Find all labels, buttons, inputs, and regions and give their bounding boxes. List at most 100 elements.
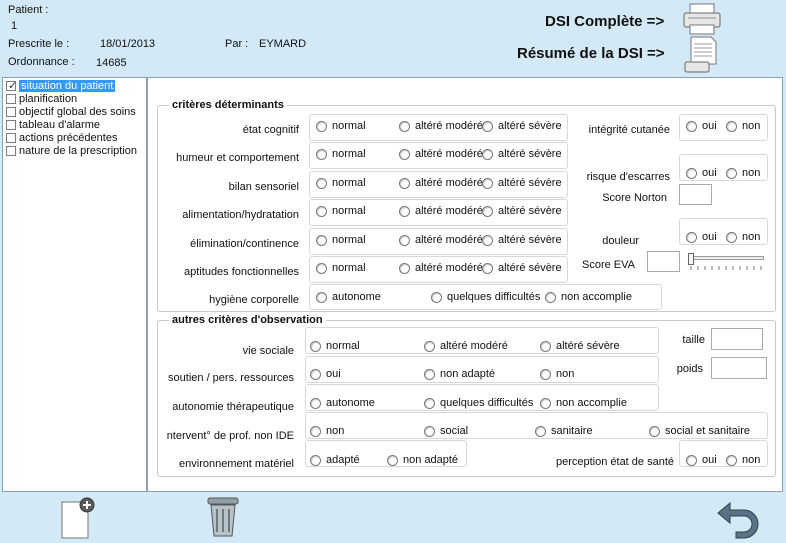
intervention-social-radio[interactable]: social bbox=[424, 425, 468, 437]
soutien-non-radio[interactable]: non bbox=[540, 368, 574, 380]
radio-circle bbox=[399, 120, 410, 132]
sidebar-item-tableau[interactable]: tableau d'alarme bbox=[6, 119, 100, 131]
perception-non-radio[interactable]: non bbox=[726, 454, 760, 466]
poids-input[interactable] bbox=[711, 357, 767, 379]
bilan-modere-radio[interactable]: altéré modéré bbox=[399, 177, 483, 189]
vie-sociale-severe-radio[interactable]: altéré sévère bbox=[540, 340, 620, 352]
eva-label: Score EVA bbox=[582, 259, 635, 271]
radio-circle bbox=[316, 177, 327, 189]
escarres-non-radio[interactable]: non bbox=[726, 167, 760, 179]
slider-thumb[interactable] bbox=[688, 253, 694, 265]
sidebar-item-planification[interactable]: planification bbox=[6, 93, 77, 105]
etat-cognitif-severe-radio[interactable]: altéré sévère bbox=[482, 120, 562, 132]
alimentation-modere-radio[interactable]: altéré modéré bbox=[399, 205, 483, 217]
radio-label: altéré sévère bbox=[498, 120, 562, 132]
eva-input[interactable] bbox=[647, 251, 680, 272]
checkbox[interactable]: ✓ bbox=[6, 80, 18, 92]
document-printer-icon[interactable] bbox=[683, 36, 721, 74]
header-panel: Patient : 1 Prescrite le : 18/01/2013 Pa… bbox=[0, 0, 786, 76]
radio-circle bbox=[686, 231, 697, 243]
sidebar-item-label: tableau d'alarme bbox=[19, 119, 100, 131]
autonomie-non-accomplie-radio[interactable]: non accomplie bbox=[540, 397, 627, 409]
sidebar-item-nature[interactable]: nature de la prescription bbox=[6, 145, 137, 157]
environnement-adapte-radio[interactable]: adapté bbox=[310, 454, 360, 466]
vie-sociale-modere-radio[interactable]: altéré modéré bbox=[424, 340, 508, 352]
printer-icon[interactable] bbox=[681, 3, 723, 35]
autonomie-autonome-radio[interactable]: autonome bbox=[310, 397, 375, 409]
perception-oui-radio[interactable]: oui bbox=[686, 454, 717, 466]
humeur-modere-radio[interactable]: altéré modéré bbox=[399, 148, 483, 160]
radio-label: altéré sévère bbox=[498, 205, 562, 217]
radio-label: altéré modéré bbox=[415, 177, 483, 189]
checkbox[interactable] bbox=[6, 107, 16, 117]
humeur-normal-radio[interactable]: normal bbox=[316, 148, 366, 160]
radio-label: altéré sévère bbox=[498, 148, 562, 160]
radio-label: social bbox=[440, 425, 469, 437]
radio-circle bbox=[316, 148, 327, 160]
taille-input[interactable] bbox=[711, 328, 763, 350]
aptitudes-normal-radio[interactable]: normal bbox=[316, 262, 366, 274]
douleur-oui-radio[interactable]: oui bbox=[686, 231, 717, 243]
hygiene-difficultes-radio[interactable]: quelques difficultés bbox=[431, 291, 540, 303]
new-document-icon[interactable] bbox=[58, 496, 98, 540]
alimentation-severe-radio[interactable]: altéré sévère bbox=[482, 205, 562, 217]
environnement-non-adapte-radio[interactable]: non adapté bbox=[387, 454, 458, 466]
sidebar-item-objectif[interactable]: objectif global des soins bbox=[6, 106, 136, 118]
intervention-social-sanitaire-radio[interactable]: social et sanitaire bbox=[649, 425, 750, 437]
bilan-normal-radio[interactable]: normal bbox=[316, 177, 366, 189]
radio-circle bbox=[316, 291, 327, 303]
escarres-oui-radio[interactable]: oui bbox=[686, 167, 717, 179]
trash-icon[interactable] bbox=[205, 496, 241, 538]
alimentation-normal-radio[interactable]: normal bbox=[316, 205, 366, 217]
intervention-sanitaire-radio[interactable]: sanitaire bbox=[535, 425, 593, 437]
radio-circle bbox=[726, 231, 737, 243]
checkbox[interactable] bbox=[6, 133, 16, 143]
integrite-oui-radio[interactable]: oui bbox=[686, 120, 717, 132]
autonomie-difficultes-radio[interactable]: quelques difficultés bbox=[424, 397, 533, 409]
soutien-label: soutien / pers. ressources bbox=[168, 372, 294, 384]
norton-input[interactable] bbox=[679, 184, 712, 205]
etat-cognitif-normal-radio[interactable]: normal bbox=[316, 120, 366, 132]
elimination-normal-radio[interactable]: normal bbox=[316, 234, 366, 246]
radio-label: normal bbox=[332, 148, 366, 160]
alimentation-label: alimentation/hydratation bbox=[182, 209, 299, 221]
radio-circle bbox=[535, 425, 546, 437]
bilan-severe-radio[interactable]: altéré sévère bbox=[482, 177, 562, 189]
aptitudes-severe-radio[interactable]: altéré sévère bbox=[482, 262, 562, 274]
intervention-label: ntervent° de prof. non IDE bbox=[166, 430, 294, 442]
check-icon: ✓ bbox=[8, 80, 18, 92]
undo-arrow-icon[interactable] bbox=[714, 497, 764, 539]
vie-sociale-normal-radio[interactable]: normal bbox=[310, 340, 360, 352]
aptitudes-modere-radio[interactable]: altéré modéré bbox=[399, 262, 483, 274]
checkbox[interactable] bbox=[6, 146, 16, 156]
patient-value: 1 bbox=[11, 20, 18, 32]
intervention-non-radio[interactable]: non bbox=[310, 425, 344, 437]
hygiene-autonome-radio[interactable]: autonome bbox=[316, 291, 381, 303]
radio-circle bbox=[399, 148, 410, 160]
radio-label: altéré modéré bbox=[440, 340, 508, 352]
radio-circle bbox=[726, 454, 737, 466]
radio-label: oui bbox=[702, 231, 717, 243]
environnement-label: environnement matériel bbox=[179, 458, 294, 470]
soutien-oui-radio[interactable]: oui bbox=[310, 368, 341, 380]
checkbox[interactable] bbox=[6, 120, 16, 130]
eva-slider[interactable] bbox=[688, 253, 764, 273]
par-label: Par : bbox=[225, 38, 249, 50]
humeur-label: humeur et comportement bbox=[176, 152, 299, 164]
sidebar-item-situation[interactable]: ✓ situation du patient bbox=[6, 80, 116, 92]
radio-circle bbox=[387, 454, 398, 466]
elimination-modere-radio[interactable]: altéré modéré bbox=[399, 234, 483, 246]
checkbox[interactable] bbox=[6, 94, 16, 104]
soutien-non-adapte-radio[interactable]: non adapté bbox=[424, 368, 495, 380]
hygiene-non-accomplie-radio[interactable]: non accomplie bbox=[545, 291, 632, 303]
integrite-non-radio[interactable]: non bbox=[726, 120, 760, 132]
dsi-complete-label: DSI Complète => bbox=[545, 13, 665, 30]
radio-label: non adapté bbox=[440, 368, 496, 380]
radio-label: oui bbox=[326, 368, 341, 380]
humeur-severe-radio[interactable]: altéré sévère bbox=[482, 148, 562, 160]
sidebar-item-actions[interactable]: actions précédentes bbox=[6, 132, 117, 144]
elimination-severe-radio[interactable]: altéré sévère bbox=[482, 234, 562, 246]
etat-cognitif-modere-radio[interactable]: altéré modéré bbox=[399, 120, 483, 132]
douleur-non-radio[interactable]: non bbox=[726, 231, 760, 243]
radio-circle bbox=[316, 205, 327, 217]
